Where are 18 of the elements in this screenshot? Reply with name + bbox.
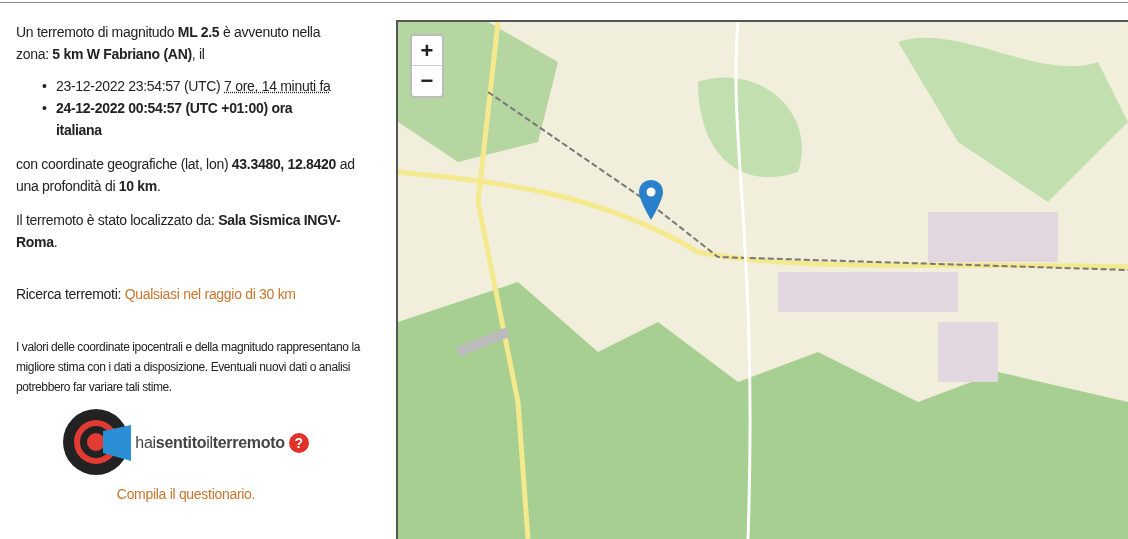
bullet-icon: • [42, 75, 56, 97]
time-text: 23-12-2022 23:54:57 (UTC) [56, 78, 221, 94]
coordinates-text: con coordinate geografiche (lat, lon) 43.3480, 12.8420 ad una profondità di 10 km. [16, 155, 356, 196]
time-ago-text: 7 ore, 14 minuti fa [224, 78, 331, 94]
bullet-icon: • [42, 97, 56, 141]
help-icon[interactable]: ? [288, 433, 309, 453]
location-source-text: Il terremoto è stato localizzato da: Sala Sismica INGV-Roma. [16, 211, 342, 252]
target-logo-icon [63, 409, 132, 477]
questionnaire-link[interactable]: Compila il questionario. [116, 483, 256, 505]
search-radius-link[interactable]: Qualsiasi nel raggio di 30 km [124, 286, 296, 302]
search-text: Ricerca terremoti: Qualsiasi nel raggio di 30 km [16, 285, 297, 304]
intro-text: Un terremoto di magnitudo ML 2.5 è avvenuto nella zona: 5 km W Fabriano (AN), il [16, 23, 322, 64]
map-marker-icon [639, 180, 663, 220]
zoom-out-button[interactable]: − [412, 66, 442, 96]
zoom-in-button[interactable]: + [412, 36, 442, 66]
logo-text: haisentitoilterremoto [135, 433, 285, 453]
time-text: 24-12-2022 00:54:57 (UTC +01:00) ora italiana [56, 100, 293, 138]
disclaimer-text: I valori delle coordinate ipocentrali e della magnitudo rappresentano la migliore stima con i dati a disposizione. Eventuali nuovi dati o analisi potrebbero far variare tali stime. [16, 339, 362, 396]
